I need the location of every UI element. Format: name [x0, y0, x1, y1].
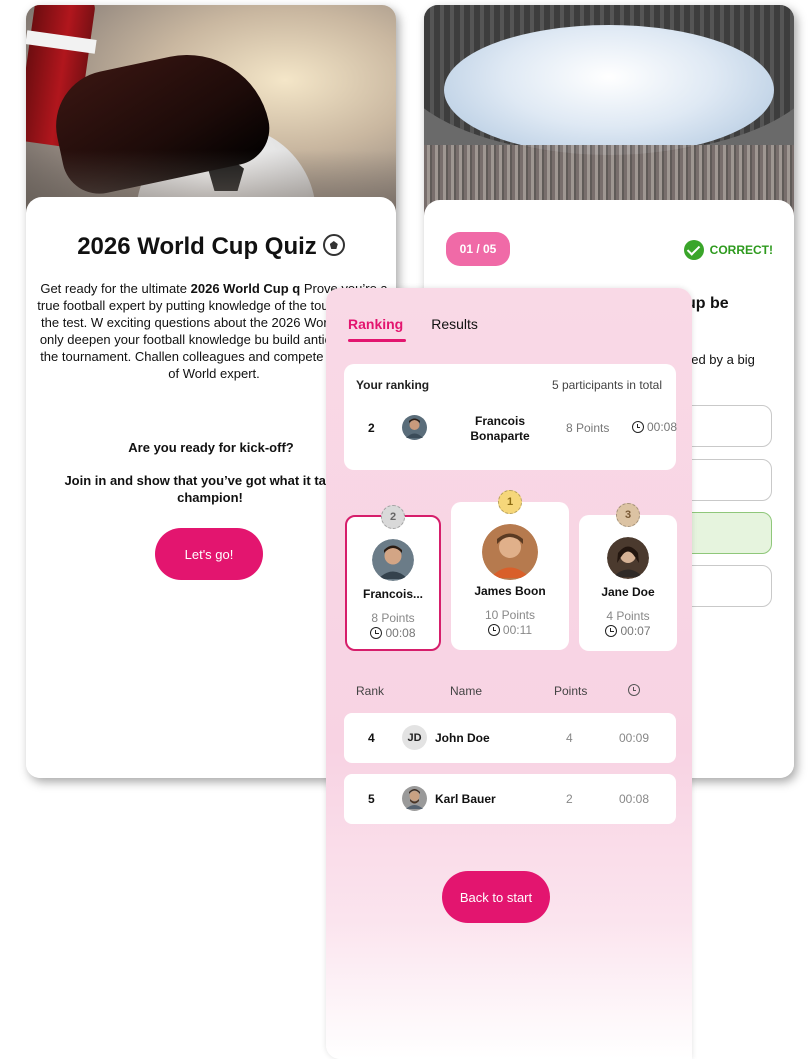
podium-name: Francois...	[362, 587, 424, 601]
podium-points: 4 Points	[606, 609, 650, 623]
my-time-value: 00:08	[647, 420, 678, 434]
row-time: 00:08	[619, 792, 650, 806]
clock-icon	[487, 624, 500, 636]
quiz-title: 2026 World Cup Quiz	[26, 233, 396, 261]
clock-icon	[605, 625, 618, 637]
podium-points: 8 Points	[371, 611, 415, 625]
participants-total: 5 participants in total	[551, 378, 662, 392]
avatar-jane	[607, 537, 649, 579]
clock-icon	[628, 684, 640, 696]
gold-badge: 1	[498, 490, 522, 514]
podium-time: 00:08	[347, 626, 439, 640]
podium-time-value: 00:11	[502, 623, 533, 637]
podium-second[interactable]: 2 Francois... 8 Points 00:08	[345, 505, 441, 651]
col-rank: Rank	[356, 684, 385, 698]
soccer-ball-icon	[322, 234, 345, 256]
my-rank: 2	[368, 421, 375, 435]
my-name: Francois Bonaparte	[470, 414, 530, 443]
ranking-tabs: Ranking Results	[348, 316, 478, 342]
quiz-title-text: 2026 World Cup Quiz	[77, 233, 317, 260]
correct-label: CORRECT!	[709, 243, 773, 257]
row-points: 4	[566, 731, 573, 745]
my-time: 00:08	[632, 420, 677, 434]
stage: 2026 World Cup Quiz Get ready for the ul…	[0, 0, 811, 1059]
desc-bold: 2026 World Cup q	[190, 281, 301, 296]
back-to-start-button[interactable]: Back to start	[442, 871, 550, 923]
table-row[interactable]: 5 Karl Bauer 2 00:08	[344, 774, 676, 824]
question-subtext: ded by a big	[684, 352, 755, 367]
question-counter: 01 / 05	[446, 232, 510, 266]
avatar-james	[482, 524, 538, 580]
hero-stadium-image	[424, 5, 794, 225]
clock-icon	[370, 627, 383, 639]
correct-status: CORRECT!	[683, 240, 773, 260]
row-time: 00:09	[619, 731, 650, 745]
avatar-initials: JD	[402, 725, 427, 750]
podium-points: 10 Points	[484, 608, 536, 622]
table-row[interactable]: 4 JD John Doe 4 00:09	[344, 713, 676, 763]
col-name: Name	[450, 684, 483, 698]
podium-time: 00:11	[451, 623, 569, 637]
check-circle-icon	[683, 240, 704, 260]
col-time	[628, 684, 640, 699]
silver-badge: 2	[381, 505, 405, 529]
podium-time-value: 00:07	[620, 624, 651, 638]
row-rank: 4	[368, 731, 375, 745]
podium-name: Jane Doe	[601, 585, 655, 599]
podium-time-value: 00:08	[385, 626, 416, 640]
your-ranking-label: Your ranking	[356, 378, 430, 392]
podium-time: 00:07	[579, 624, 677, 638]
row-name: John Doe	[435, 731, 490, 745]
my-avatar	[402, 415, 427, 440]
row-name: Karl Bauer	[435, 792, 496, 806]
podium-name: James Boon	[474, 584, 546, 598]
hero-football-image	[26, 5, 396, 220]
row-points: 2	[566, 792, 573, 806]
avatar-francois	[372, 539, 414, 581]
lets-go-button[interactable]: Let's go!	[155, 528, 263, 580]
bronze-badge: 3	[616, 503, 640, 527]
desc-part1: Get ready for the ultimate	[40, 281, 191, 296]
tab-ranking[interactable]: Ranking	[348, 316, 407, 342]
tab-results[interactable]: Results	[431, 316, 478, 342]
stadium-sky	[444, 25, 774, 155]
clock-icon	[632, 421, 644, 433]
my-points: 8 Points	[566, 421, 610, 435]
row-rank: 5	[368, 792, 375, 806]
question-text: up be	[686, 295, 729, 312]
avatar-karl	[402, 786, 427, 811]
ranking-card: Ranking Results Your ranking 5 participa…	[326, 288, 692, 1059]
your-ranking-box: Your ranking 5 participants in total 2 F…	[344, 364, 677, 470]
col-points: Points	[554, 684, 588, 698]
podium-first[interactable]: 1 James Boon 10 Points 00:11	[451, 490, 569, 650]
podium-third[interactable]: 3 Jane Doe 4 Points 00:07	[579, 503, 677, 651]
